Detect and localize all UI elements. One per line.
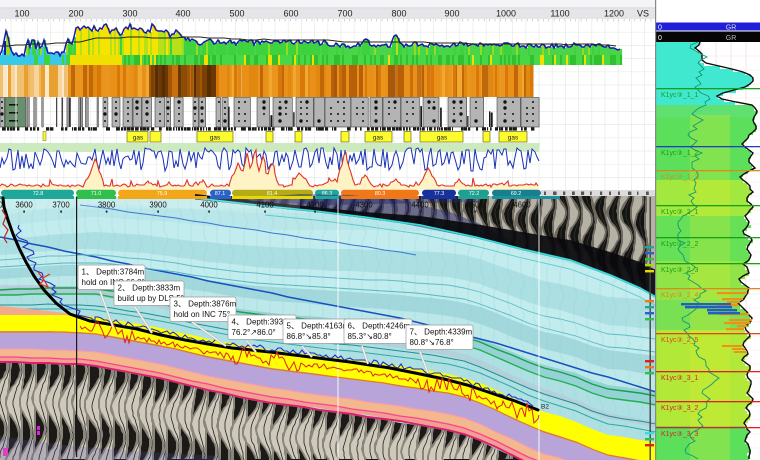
svg-text:900: 900 [444,9,459,19]
svg-text:GR: GR [726,35,737,42]
svg-text:1200: 1200 [604,9,624,19]
svg-text:2、 Depth:3833m: 2、 Depth:3833m [118,284,181,293]
svg-text:80.8°↘76.8°: 80.8°↘76.8° [410,338,454,347]
svg-text:300: 300 [122,9,137,19]
svg-text:B2: B2 [541,404,549,411]
svg-text:gas: gas [133,135,144,142]
svg-text:K1yc③_1_1: K1yc③_1_1 [661,91,699,99]
svg-text:0: 0 [658,35,662,42]
svg-text:4300: 4300 [355,201,373,210]
svg-text:hold on INC 75°: hold on INC 75° [174,310,231,319]
svg-text:4400: 4400 [411,201,429,210]
svg-text:K1yc③_1_3: K1yc③_1_3 [661,173,699,181]
svg-text:500: 500 [229,9,244,19]
svg-text:0: 0 [658,25,662,32]
svg-text:4500: 4500 [466,201,484,210]
svg-text:400: 400 [175,9,190,19]
svg-text:76.2°↗86.0°: 76.2°↗86.0° [232,328,276,337]
svg-text:GR: GR [726,25,737,32]
svg-text:4600: 4600 [513,201,531,210]
svg-text:3、 Depth:3876m: 3、 Depth:3876m [174,300,237,309]
svg-text:600: 600 [283,9,298,19]
svg-text:6、 Depth:4246m: 6、 Depth:4246m [348,322,411,331]
svg-text:K1yc③_2_3: K1yc③_2_3 [661,266,699,274]
svg-text:K1yc③_3_2: K1yc③_3_2 [661,404,699,412]
svg-text:100: 100 [14,9,29,19]
svg-text:gas: gas [373,135,384,142]
svg-text:3700: 3700 [52,201,70,210]
svg-text:1100: 1100 [550,9,569,19]
svg-text:800: 800 [391,9,406,19]
svg-text:gas: gas [210,135,221,142]
svg-text:7、 Depth:4339m: 7、 Depth:4339m [410,328,473,337]
svg-text:1000: 1000 [496,9,516,19]
svg-text:3600: 3600 [15,201,33,210]
svg-text:3800: 3800 [98,201,116,210]
svg-text:85.3°↘80.8°: 85.3°↘80.8° [348,332,392,341]
svg-text:700: 700 [337,9,352,19]
svg-text:5、 Depth:4163m: 5、 Depth:4163m [287,322,350,331]
svg-text:K1yc③_2_1: K1yc③_2_1 [661,208,699,216]
svg-text:1、 Depth:3784m: 1、 Depth:3784m [82,268,145,277]
svg-text:K1yc③_2_2: K1yc③_2_2 [661,240,699,248]
svg-text:VS: VS [637,9,649,19]
svg-text:4200: 4200 [306,201,324,210]
svg-text:200: 200 [68,9,83,19]
svg-text:K1yc③_3_3: K1yc③_3_3 [661,430,699,438]
svg-text:gas: gas [437,135,448,142]
svg-text:K1yc③_3_1: K1yc③_3_1 [661,374,699,382]
svg-text:gas: gas [508,135,519,142]
svg-text:K1yc③_2_4: K1yc③_2_4 [661,291,699,299]
svg-text:3900: 3900 [149,201,167,210]
svg-text:K1yc③_1_2: K1yc③_1_2 [661,149,699,157]
svg-text:86.8°↘85.8°: 86.8°↘85.8° [287,332,331,341]
svg-text:4100: 4100 [256,201,274,210]
svg-text:K1yc③_2_5: K1yc③_2_5 [661,336,699,344]
svg-text:4000: 4000 [200,201,218,210]
